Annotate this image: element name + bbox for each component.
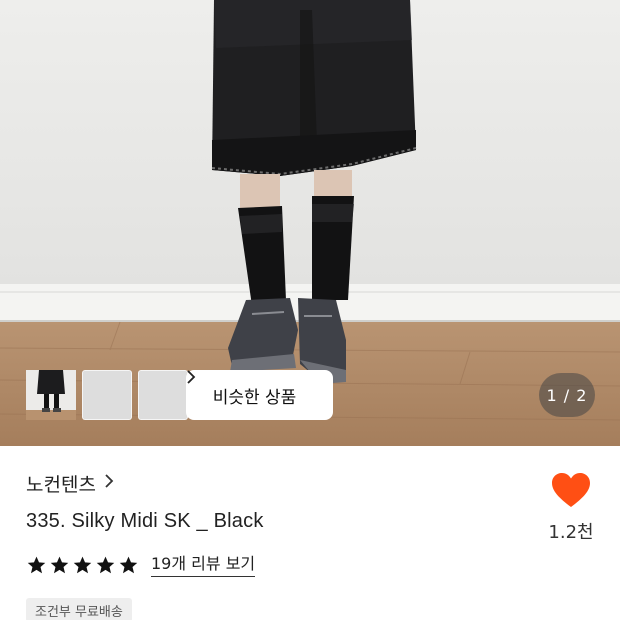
product-title: 335. Silky Midi SK _ Black <box>26 510 264 532</box>
star-rating <box>26 555 139 576</box>
review-link[interactable]: 19개 리뷰 보기 <box>151 554 256 577</box>
like-count: 1.2천 <box>548 522 594 543</box>
rating-row: 19개 리뷰 보기 <box>26 554 256 577</box>
brand-name: 노컨텐츠 <box>26 474 96 496</box>
similar-products-label: 비슷한 상품 <box>212 387 297 408</box>
thumbnail-strip <box>26 370 188 420</box>
brand-link[interactable]: 노컨텐츠 <box>26 470 114 497</box>
star-icon <box>96 556 115 574</box>
shipping-badge: 조건부 무료배송 <box>26 598 132 620</box>
star-icon <box>27 556 46 574</box>
image-page-indicator: 1 / 2 <box>539 373 595 417</box>
heart-icon <box>552 473 590 507</box>
thumbnail-2[interactable] <box>26 370 132 420</box>
chevron-right-icon <box>104 473 114 494</box>
star-icon <box>50 556 69 574</box>
product-image[interactable]: 비슷한 상품 1 / 2 <box>0 0 620 446</box>
star-icon <box>73 556 92 574</box>
star-icon <box>119 556 138 574</box>
thumbnail-3[interactable] <box>26 370 188 420</box>
like-button[interactable]: 1.2천 <box>546 472 596 544</box>
similar-products-button[interactable]: 비슷한 상품 <box>186 370 333 420</box>
